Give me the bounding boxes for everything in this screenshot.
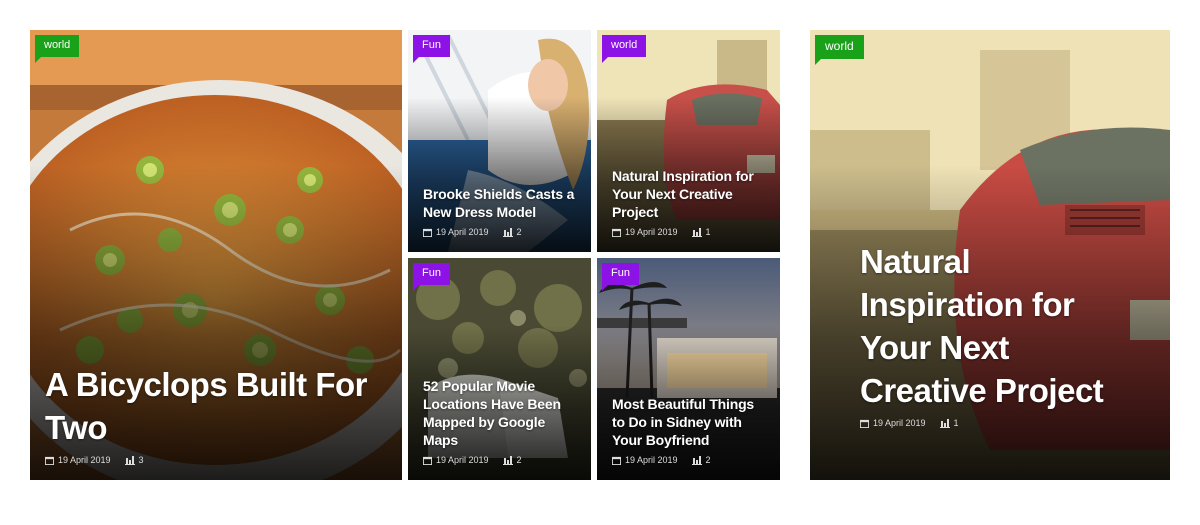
calendar-icon: [612, 456, 621, 465]
post-meta: 19 April 2019 2: [423, 455, 581, 465]
post-date: 19 April 2019: [873, 418, 926, 428]
calendar-icon: [45, 456, 54, 465]
post-views: 2: [516, 227, 522, 237]
category-badge[interactable]: Fun: [413, 35, 450, 63]
post-content: Natural Inspiration for Your Next Creati…: [860, 240, 1110, 428]
bar-chart-icon: [124, 455, 135, 465]
post-title[interactable]: 52 Popular Movie Locations Have Been Map…: [423, 377, 581, 449]
post-card-sidney[interactable]: Fun Most Beautiful Things to Do in Sidne…: [597, 258, 780, 480]
post-card-brooke-shields[interactable]: Fun Brooke Shields Casts a New Dress Mod…: [408, 30, 591, 252]
bar-chart-icon: [691, 455, 702, 465]
post-content: Brooke Shields Casts a New Dress Model 1…: [423, 185, 581, 237]
post-content: A Bicyclops Built For Two 19 April 2019 …: [45, 363, 392, 465]
post-title[interactable]: Most Beautiful Things to Do in Sidney wi…: [612, 395, 770, 449]
post-meta: 19 April 2019 3: [45, 455, 392, 465]
category-badge[interactable]: world: [602, 35, 647, 63]
post-views: 1: [953, 418, 959, 428]
post-views: 2: [516, 455, 522, 465]
calendar-icon: [423, 228, 432, 237]
post-date: 19 April 2019: [436, 227, 489, 237]
post-card-bicyclops[interactable]: world A Bicyclops Built For Two 19 April…: [30, 30, 402, 480]
post-meta: 19 April 2019 2: [612, 455, 770, 465]
category-badge[interactable]: world: [815, 35, 864, 65]
bar-chart-icon: [691, 227, 702, 237]
calendar-icon: [612, 228, 621, 237]
post-title[interactable]: Natural Inspiration for Your Next Creati…: [860, 240, 1110, 412]
bar-chart-icon: [939, 418, 950, 428]
post-views: 1: [705, 227, 711, 237]
post-date: 19 April 2019: [436, 455, 489, 465]
post-date: 19 April 2019: [58, 455, 111, 465]
post-content: Most Beautiful Things to Do in Sidney wi…: [612, 395, 770, 465]
post-title[interactable]: Brooke Shields Casts a New Dress Model: [423, 185, 581, 221]
category-badge[interactable]: world: [35, 35, 80, 63]
post-card-movie-locations[interactable]: Fun 52 Popular Movie Locations Have Been…: [408, 258, 591, 480]
post-views: 3: [138, 455, 144, 465]
calendar-icon: [860, 419, 869, 428]
post-date: 19 April 2019: [625, 227, 678, 237]
post-meta: 19 April 2019 2: [423, 227, 581, 237]
post-content: 52 Popular Movie Locations Have Been Map…: [423, 377, 581, 465]
post-date: 19 April 2019: [625, 455, 678, 465]
post-views: 2: [705, 455, 711, 465]
calendar-icon: [423, 456, 432, 465]
category-badge[interactable]: Fun: [413, 263, 450, 291]
bar-chart-icon: [502, 227, 513, 237]
post-title[interactable]: Natural Inspiration for Your Next Creati…: [612, 167, 770, 221]
post-card-natural-inspiration-large[interactable]: world Natural Inspiration for Your Next …: [810, 30, 1170, 480]
category-badge[interactable]: Fun: [602, 263, 639, 291]
bar-chart-icon: [502, 455, 513, 465]
post-meta: 19 April 2019 1: [612, 227, 770, 237]
post-meta: 19 April 2019 1: [860, 418, 1110, 428]
post-title[interactable]: A Bicyclops Built For Two: [45, 363, 392, 449]
post-content: Natural Inspiration for Your Next Creati…: [612, 167, 770, 237]
post-card-natural-inspiration-small[interactable]: world Natural Inspiration for Your Next …: [597, 30, 780, 252]
